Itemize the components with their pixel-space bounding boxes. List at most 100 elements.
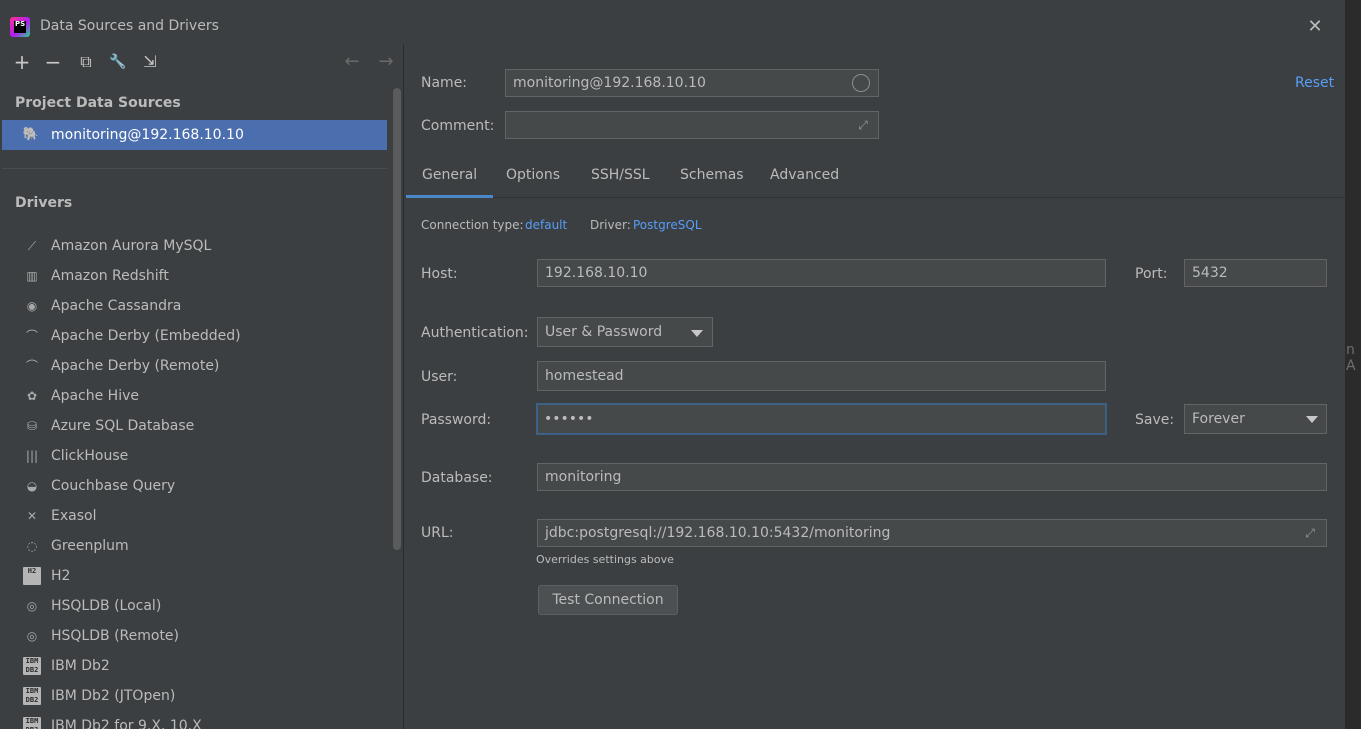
url-hint: Overrides settings above xyxy=(536,553,674,566)
driver-icon: ⟋ xyxy=(27,239,37,253)
driver-icon: ✿ xyxy=(26,389,38,403)
driver-item[interactable]: ⌒ Apache Derby (Remote) xyxy=(0,351,385,381)
port-label: Port: xyxy=(1135,266,1168,282)
database-label: Database: xyxy=(421,470,493,486)
data-sources-tree-panel: + − ⧉ 🔧 ⇲ ← → Project Data Sources 🐘 mon… xyxy=(0,44,404,729)
port-field[interactable]: 5432 xyxy=(1184,259,1327,287)
driver-icon: ◎ xyxy=(26,599,38,613)
driver-item[interactable]: ⛁ Azure SQL Database xyxy=(0,411,385,441)
driver-icon: ⛁ xyxy=(26,419,38,433)
driver-icon: ⌒ xyxy=(25,329,38,343)
driver-icon: ▥ xyxy=(26,269,38,283)
driver-label: Azure SQL Database xyxy=(51,418,195,434)
close-icon[interactable]: ✕ xyxy=(1304,16,1326,38)
driver-label: Exasol xyxy=(51,508,97,524)
driver-icon: ||| xyxy=(25,449,39,463)
user-label: User: xyxy=(421,369,458,385)
name-label: Name: xyxy=(421,75,468,91)
database-field[interactable]: monitoring xyxy=(537,463,1327,491)
tab-advanced[interactable]: Advanced xyxy=(754,152,855,198)
driver-label: Amazon Redshift xyxy=(51,268,169,284)
driver-icon: IBM DB2 xyxy=(23,717,41,729)
ide-background-text: n A xyxy=(1346,342,1356,374)
driver-icon: ✕ xyxy=(26,509,38,523)
tab-general[interactable]: General xyxy=(406,152,494,198)
driver-item[interactable]: IBM DB2 IBM Db2 (JTOpen) xyxy=(0,681,385,711)
color-circle-icon[interactable] xyxy=(852,74,870,92)
driver-icon: ◉ xyxy=(26,299,38,313)
phpstorm-logo-icon: PS xyxy=(10,17,30,37)
comment-field[interactable] xyxy=(505,111,879,139)
url-label: URL: xyxy=(421,525,454,541)
driver-label: Amazon Aurora MySQL xyxy=(51,238,212,254)
driver-item[interactable]: ▥ Amazon Redshift xyxy=(0,261,385,291)
project-source-item[interactable]: 🐘 monitoring@192.168.10.10 xyxy=(2,120,387,150)
connection-type-link[interactable]: default xyxy=(525,218,567,232)
back-arrow-icon[interactable]: ← xyxy=(340,50,364,74)
duplicate-icon[interactable]: ⧉ xyxy=(74,50,98,74)
driver-icon: IBM DB2 xyxy=(23,687,41,705)
driver-icon: H2 xyxy=(23,567,41,585)
password-label: Password: xyxy=(421,412,492,428)
authentication-dropdown[interactable]: User & Password xyxy=(537,317,713,347)
driver-item[interactable]: ◉ Apache Cassandra xyxy=(0,291,385,321)
driver-label: IBM Db2 (JTOpen) xyxy=(51,688,176,704)
tree-scrollbar-thumb[interactable] xyxy=(393,88,401,550)
host-label: Host: xyxy=(421,266,458,282)
settings-tabs: General Options SSH/SSL Schemas Advanced xyxy=(405,152,1345,198)
driver-item[interactable]: IBM DB2 IBM Db2 for 9.X, 10.X xyxy=(0,711,385,729)
driver-label: Apache Cassandra xyxy=(51,298,182,314)
test-connection-button[interactable]: Test Connection xyxy=(538,585,678,615)
reset-link[interactable]: Reset xyxy=(1295,75,1334,91)
ide-background-strip xyxy=(0,0,1361,10)
wrench-icon[interactable]: 🔧 xyxy=(106,50,130,74)
driver-item[interactable]: ◒ Couchbase Query xyxy=(0,471,385,501)
driver-label: Apache Derby (Embedded) xyxy=(51,328,241,344)
import-icon[interactable]: ⇲ xyxy=(138,50,162,74)
tab-schemas[interactable]: Schemas xyxy=(664,152,760,198)
driver-label: IBM Db2 for 9.X, 10.X xyxy=(51,718,202,729)
project-data-sources-header: Project Data Sources xyxy=(15,95,181,111)
driver-item[interactable]: ⟋ Amazon Aurora MySQL xyxy=(0,231,385,261)
chevron-down-icon xyxy=(691,330,703,337)
driver-item[interactable]: ✕ Exasol xyxy=(0,501,385,531)
postgresql-icon: 🐘 xyxy=(22,127,40,142)
driver-icon: IBM DB2 xyxy=(23,657,41,675)
driver-label: HSQLDB (Local) xyxy=(51,598,162,614)
forward-arrow-icon[interactable]: → xyxy=(374,50,398,74)
chevron-down-icon xyxy=(1306,416,1318,423)
driver-link[interactable]: PostgreSQL xyxy=(633,218,702,232)
dialog-title: Data Sources and Drivers xyxy=(40,18,219,34)
tab-ssh-ssl[interactable]: SSH/SSL xyxy=(575,152,666,198)
connection-type-label: Connection type: xyxy=(421,218,524,232)
driver-icon: ⌒ xyxy=(25,359,38,373)
driver-item[interactable]: ⌒ Apache Derby (Embedded) xyxy=(0,321,385,351)
driver-label: Couchbase Query xyxy=(51,478,176,494)
name-field[interactable]: monitoring@192.168.10.10 xyxy=(505,69,879,97)
driver-item[interactable]: ✿ Apache Hive xyxy=(0,381,385,411)
url-field[interactable]: jdbc:postgresql://192.168.10.10:5432/mon… xyxy=(537,519,1327,547)
drivers-header: Drivers xyxy=(15,195,73,211)
data-sources-dialog: PS Data Sources and Drivers ✕ + − ⧉ 🔧 ⇲ … xyxy=(0,10,1345,729)
project-source-label: monitoring@192.168.10.10 xyxy=(51,127,244,143)
password-field[interactable]: •••••• xyxy=(536,403,1107,435)
data-source-settings-panel: Name: monitoring@192.168.10.10 Reset Com… xyxy=(405,44,1345,729)
driver-item[interactable]: ◎ HSQLDB (Remote) xyxy=(0,621,385,651)
user-field[interactable]: homestead xyxy=(537,361,1106,391)
save-label: Save: xyxy=(1135,412,1175,428)
driver-item[interactable]: ◎ HSQLDB (Local) xyxy=(0,591,385,621)
tab-options[interactable]: Options xyxy=(490,152,576,198)
driver-item[interactable]: IBM DB2 IBM Db2 xyxy=(0,651,385,681)
driver-item[interactable]: ||| ClickHouse xyxy=(0,441,385,471)
driver-item[interactable]: H2 H2 xyxy=(0,561,385,591)
driver-icon: ◎ xyxy=(26,629,38,643)
expand-url-icon[interactable]: ⤢ xyxy=(1302,525,1318,541)
remove-icon[interactable]: − xyxy=(41,50,65,74)
host-field[interactable]: 192.168.10.10 xyxy=(537,259,1106,287)
dialog-titlebar: PS Data Sources and Drivers ✕ xyxy=(0,10,1345,44)
driver-label: Driver: xyxy=(590,218,631,232)
expand-comment-icon[interactable]: ⤢ xyxy=(855,117,871,133)
add-icon[interactable]: + xyxy=(10,50,34,74)
driver-item[interactable]: ◌ Greenplum xyxy=(0,531,385,561)
authentication-label: Authentication: xyxy=(421,325,529,341)
